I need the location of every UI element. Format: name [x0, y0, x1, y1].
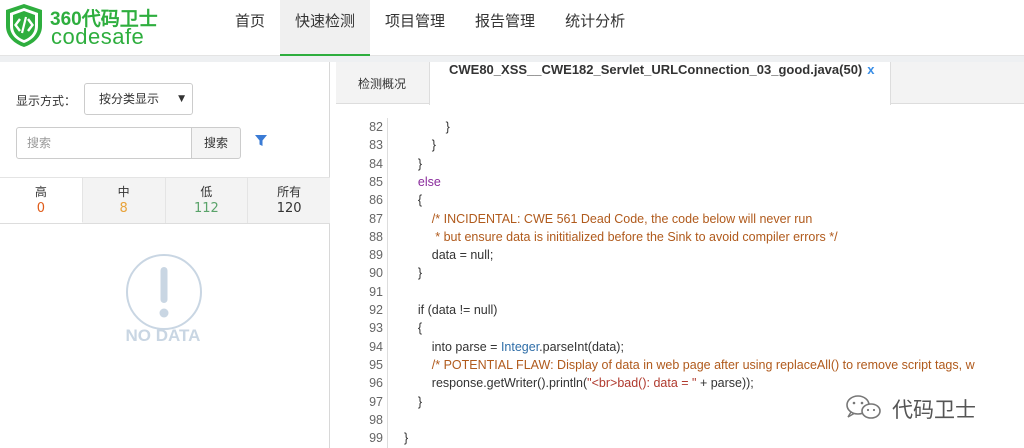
code-panel: 检测概况 CWE80_XSS__CWE182_Servlet_URLConnec… — [336, 62, 1024, 448]
line-number: 88 — [369, 229, 383, 244]
line-number: 92 — [369, 303, 383, 317]
line-number: 99 — [369, 431, 383, 446]
display-mode-select[interactable]: 按分类显示 ▼ — [84, 83, 193, 115]
line-number: 90 — [369, 266, 383, 281]
line-number: 95 — [369, 357, 383, 372]
severity-high-label: 高 — [34, 185, 47, 199]
wechat-icon — [846, 395, 881, 419]
line-number: 91 — [369, 284, 383, 299]
severity-tabs: 高 0 中 8 低 112 所有 120 — [0, 177, 330, 224]
severity-medium-label: 中 — [117, 185, 130, 199]
code-shield-icon — [6, 4, 42, 47]
source-file-name: CWE80_XSS__CWE182_Servlet_URLConnection_… — [449, 62, 863, 77]
tab-severity-low[interactable]: 低 112 — [165, 178, 249, 223]
tab-source-file[interactable]: CWE80_XSS__CWE182_Servlet_URLConnection_… — [429, 62, 891, 105]
nav-quick-scan[interactable]: 快速检测 — [280, 0, 371, 56]
severity-medium-count: 8 — [119, 201, 128, 216]
wechat-watermark: 代码卫士 — [842, 393, 1022, 422]
search-input[interactable] — [16, 127, 192, 159]
line-number: 84 — [369, 156, 383, 171]
severity-high-count: 0 — [36, 201, 46, 216]
search-button[interactable]: 搜索 — [191, 127, 241, 159]
close-tab-button[interactable]: x — [867, 62, 874, 77]
code-text: { — [404, 321, 423, 336]
code-text: } — [404, 431, 409, 446]
line-number: 98 — [369, 412, 383, 427]
line-number: 85 — [369, 174, 383, 189]
severity-low-label: 低 — [200, 185, 213, 199]
code-text: * but ensure data is inititialized befor… — [404, 229, 838, 244]
display-mode-label: 显示方式： — [16, 94, 77, 108]
tab-severity-high[interactable]: 高 0 — [0, 178, 83, 223]
tab-severity-all[interactable]: 所有 120 — [248, 178, 330, 223]
code-text: } — [404, 120, 450, 134]
line-number: 89 — [369, 248, 383, 263]
main-nav: 首页 快速检测 项目管理 报告管理 统计分析 — [220, 0, 640, 56]
brand-logo[interactable]: 360代码卫士 codesafe — [2, 2, 172, 50]
severity-all-count: 120 — [276, 201, 302, 216]
code-text: } — [404, 266, 423, 281]
code-text: if (data != null) — [404, 303, 498, 317]
nav-report-management[interactable]: 报告管理 — [460, 0, 550, 56]
watermark-text: 代码卫士 — [892, 398, 976, 422]
line-number: 86 — [369, 193, 383, 208]
line-number: 83 — [369, 138, 383, 153]
brand-name-en: codesafe — [51, 24, 145, 49]
line-number: 94 — [369, 339, 383, 354]
code-text: into parse = Integer.parseInt(data); — [404, 339, 624, 354]
tab-overview[interactable]: 检测概况 — [336, 62, 428, 104]
display-mode-value: 按分类显示 — [99, 92, 160, 106]
line-number: 82 — [369, 120, 383, 134]
nav-project-management[interactable]: 项目管理 — [370, 0, 460, 56]
nav-home[interactable]: 首页 — [220, 0, 280, 56]
line-number: 97 — [369, 394, 383, 409]
editor-tabbar: 检测概况 CWE80_XSS__CWE182_Servlet_URLConnec… — [336, 62, 1024, 105]
code-text: else — [404, 174, 441, 189]
caret-down-icon: ▼ — [178, 94, 185, 104]
top-header: 360代码卫士 codesafe 首页 快速检测 项目管理 报告管理 统计分析 — [0, 0, 1024, 56]
line-number: 87 — [369, 211, 383, 226]
code-text: /* INCIDENTAL: CWE 561 Dead Code, the co… — [404, 211, 813, 226]
code-text: response.getWriter().println("<br>bad():… — [404, 376, 754, 391]
no-data-text: NO DATA — [125, 326, 201, 345]
code-text: data = null; — [404, 248, 494, 263]
code-text: } — [404, 394, 423, 409]
line-number: 96 — [369, 376, 383, 391]
nav-statistics[interactable]: 统计分析 — [550, 0, 640, 56]
severity-all-label: 所有 — [277, 185, 302, 199]
line-number: 93 — [369, 321, 383, 336]
tab-severity-medium[interactable]: 中 8 — [82, 178, 166, 223]
issue-panel: 显示方式： 按分类显示 ▼ 搜索 高 0 中 8 低 112 所有 120 NO… — [0, 62, 330, 448]
filter-icon[interactable] — [254, 134, 268, 148]
severity-low-count: 112 — [193, 201, 219, 216]
exclamation-icon — [126, 254, 202, 330]
code-text: } — [404, 138, 436, 153]
code-text: /* POTENTIAL FLAW: Display of data in we… — [404, 357, 975, 372]
code-text: { — [404, 193, 423, 208]
code-text: } — [404, 156, 423, 171]
